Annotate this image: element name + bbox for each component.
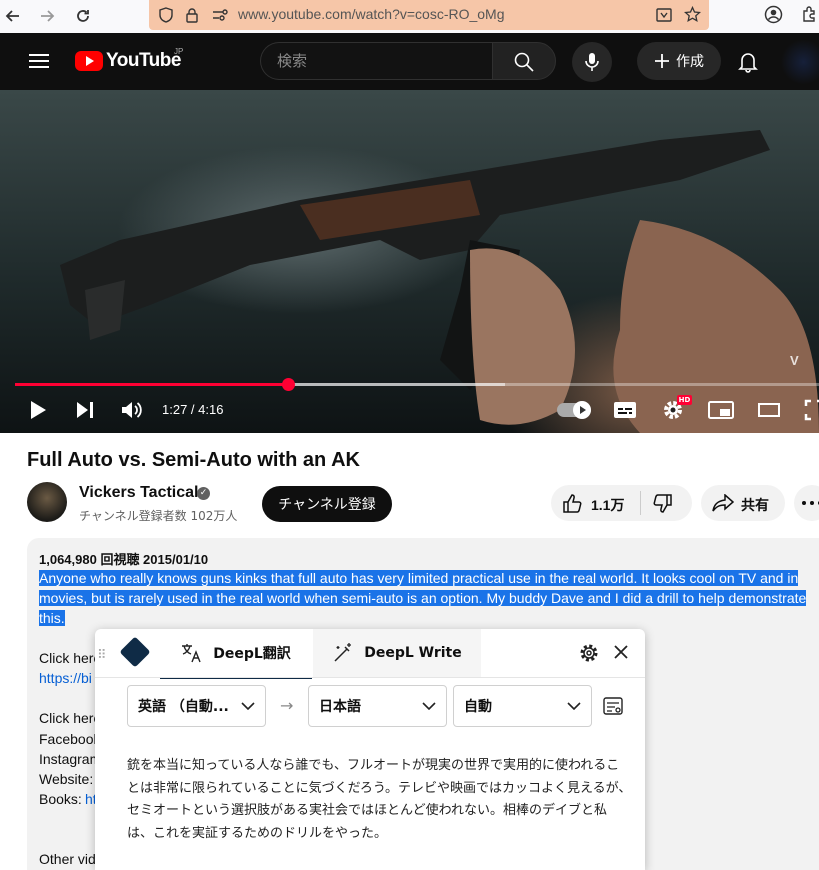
source-language-select[interactable]: 英語 （自動... [127, 685, 266, 727]
reload-icon [77, 10, 89, 22]
verified-check-icon: ✓ [197, 487, 210, 500]
region-code: JP [174, 47, 184, 56]
thumbs-down-icon[interactable] [653, 494, 673, 514]
hd-badge: HD [677, 395, 692, 405]
avatar[interactable] [780, 40, 819, 84]
svg-text:V: V [790, 353, 799, 368]
subtitles-icon[interactable] [613, 401, 637, 419]
volume-icon[interactable] [121, 400, 143, 420]
played-bar [15, 383, 289, 386]
close-icon[interactable] [613, 644, 629, 660]
formality-select[interactable]: 自動 [453, 685, 592, 727]
miniplayer-icon[interactable] [708, 401, 734, 419]
create-label: 作成 [676, 54, 704, 70]
microphone-icon [585, 53, 599, 71]
magic-pen-icon [334, 643, 352, 662]
autoplay-toggle-knob [573, 401, 591, 419]
search-button[interactable] [492, 42, 556, 80]
translate-page-icon[interactable] [656, 7, 672, 23]
channel-name[interactable]: Vickers Tactical [79, 484, 199, 502]
channel-avatar[interactable] [27, 482, 67, 522]
more-actions-button[interactable] [794, 485, 819, 521]
description-line: Other vid [39, 851, 96, 867]
more-horizontal-icon [802, 501, 819, 505]
source-language-value: 英語 （自動... [138, 699, 229, 715]
video-frame: V [60, 130, 819, 433]
description-line: Website: [39, 771, 94, 787]
arrow-right-icon [41, 10, 55, 22]
chevron-down-icon [241, 702, 255, 710]
share-arrow-icon [712, 494, 734, 512]
create-button[interactable]: 作成 [637, 42, 721, 80]
search-icon [514, 52, 534, 72]
url-text[interactable]: www.youtube.com/watch?v=cosc-RO_oMg [238, 6, 505, 22]
subscribe-button[interactable]: チャンネル登録 [262, 486, 392, 522]
shield-icon[interactable] [158, 7, 174, 23]
description-line: Instagram [39, 751, 102, 767]
search-input[interactable] [260, 42, 492, 80]
description-line: Click here [39, 650, 102, 666]
autoplay-toggle[interactable] [557, 401, 591, 419]
tab-deepl-translate[interactable]: DeepL翻訳 [160, 629, 312, 679]
bookmark-star-icon[interactable] [684, 6, 701, 23]
selected-text-highlight: Anyone who really knows guns kinks that … [39, 570, 807, 626]
like-count[interactable]: 1.1万 [591, 495, 624, 515]
voice-search-button[interactable] [572, 42, 612, 82]
notifications-bell-icon[interactable] [738, 51, 758, 73]
description-selected-text[interactable]: Anyone who really knows guns kinks that … [39, 568, 809, 628]
tab-deepl-write[interactable]: DeepL Write [313, 629, 481, 677]
like-divider [640, 491, 641, 515]
account-icon[interactable] [764, 5, 783, 24]
description-link[interactable]: https://bi [39, 670, 92, 686]
target-language-value: 日本語 [319, 699, 361, 715]
deepl-settings-icon[interactable] [578, 642, 600, 664]
video-player[interactable]: V [0, 90, 819, 433]
glossary-icon[interactable] [603, 696, 623, 716]
back-button[interactable] [0, 3, 26, 29]
forward-button[interactable] [34, 3, 60, 29]
translate-icon [182, 644, 201, 663]
tab-write-label: DeepL Write [364, 645, 462, 661]
translation-output[interactable]: 銃を本当に知っている人なら誰でも、フルオートが現実の世界で実用的に使われることは… [127, 755, 632, 845]
video-title: Full Auto vs. Semi-Auto with an AK [27, 449, 360, 471]
permissions-icon[interactable] [211, 8, 229, 22]
fullscreen-icon[interactable] [804, 399, 819, 421]
share-label: 共有 [741, 498, 769, 514]
next-icon[interactable] [76, 401, 94, 419]
chevron-down-icon [567, 702, 581, 710]
subscriber-count: チャンネル登録者数 102万人 [79, 509, 238, 523]
view-count-date: 1,064,980 回視聴 2015/01/10 [39, 552, 209, 567]
lock-icon[interactable] [184, 7, 200, 23]
target-language-select[interactable]: 日本語 [308, 685, 447, 727]
theater-mode-icon[interactable] [758, 403, 780, 417]
youtube-logo-text[interactable]: YouTube [106, 50, 181, 72]
play-icon[interactable] [29, 400, 47, 420]
chevron-down-icon [422, 702, 436, 710]
play-triangle-icon [86, 56, 94, 66]
divider [95, 677, 645, 678]
description-line: Click here [39, 710, 102, 726]
plus-icon [655, 54, 669, 68]
thumbs-up-icon[interactable] [562, 493, 582, 513]
drag-handle-icon[interactable]: ⠿ [97, 648, 107, 663]
formality-value: 自動 [464, 699, 492, 715]
arrow-right-icon: → [280, 696, 294, 715]
menu-icon[interactable] [29, 53, 49, 69]
extensions-icon[interactable] [800, 5, 819, 24]
time-display: 1:27 / 4:16 [162, 402, 224, 417]
reload-button[interactable] [70, 3, 96, 29]
description-line: Books: [39, 791, 82, 807]
autoplay-play-icon [580, 406, 586, 414]
youtube-logo-icon[interactable] [75, 51, 103, 71]
description-line: Facebook [39, 731, 101, 747]
tab-translate-label: DeepL翻訳 [213, 646, 291, 662]
arrow-left-icon [5, 10, 19, 22]
